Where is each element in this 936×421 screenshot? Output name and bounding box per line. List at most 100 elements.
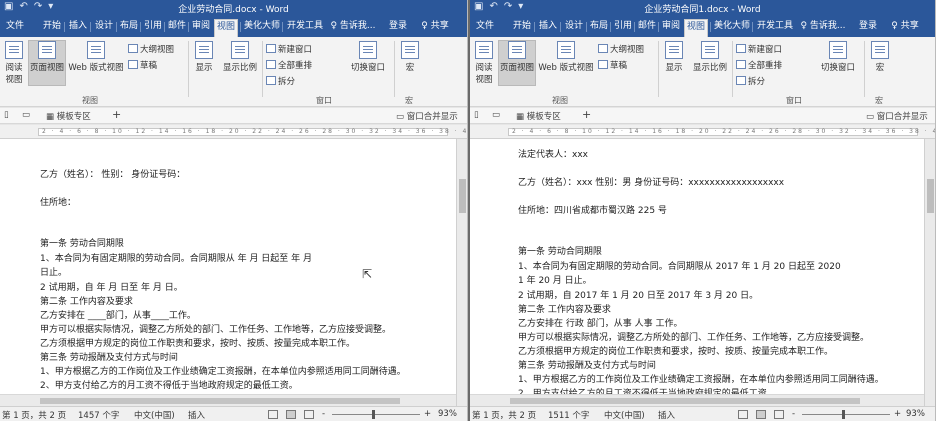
web-layout-icon[interactable]	[774, 410, 784, 419]
sign-in-link[interactable]: 登录	[386, 19, 410, 35]
arrange-all-button[interactable]: 全部重排	[266, 59, 312, 71]
zoom-out-button[interactable]: -	[322, 409, 325, 419]
tab-layout[interactable]: 布局	[586, 19, 610, 35]
tab-design[interactable]: 设计	[560, 19, 586, 35]
vertical-scrollbar[interactable]	[924, 139, 935, 406]
web-view-button[interactable]: Web 版式视图	[66, 41, 126, 73]
tell-me-input[interactable]: ♀ 告诉我...	[800, 19, 846, 35]
show-button[interactable]: 显示	[192, 41, 216, 73]
switch-windows-button[interactable]: 切换窗口	[818, 41, 858, 73]
horizontal-ruler[interactable]: 2 · 4 · 6 · 8 · 10 · 12 · 14 · 16 · 18 ·…	[470, 125, 935, 139]
zoom-out-button[interactable]: -	[792, 409, 795, 419]
macros-button[interactable]: 宏	[870, 41, 890, 73]
zoom-in-button[interactable]: +	[424, 409, 431, 419]
add-tab-button[interactable]: +	[582, 108, 591, 121]
split-button[interactable]: 拆分	[266, 75, 295, 87]
insert-mode[interactable]: 插入	[188, 409, 205, 421]
zoom-button[interactable]: 显示比例	[220, 41, 260, 73]
tab-file[interactable]: 文件	[474, 19, 496, 35]
web-layout-icon[interactable]	[304, 410, 314, 419]
zoom-slider[interactable]	[802, 414, 890, 415]
tab-beautify[interactable]: 美化大师	[240, 19, 282, 35]
tab-beautify[interactable]: 美化大师	[710, 19, 752, 35]
vertical-scrollbar[interactable]	[456, 139, 467, 406]
tab-developer[interactable]: 开发工具	[752, 19, 796, 35]
zoom-slider-knob[interactable]	[372, 410, 375, 419]
page-count[interactable]: 第 1 页，共 2 页	[2, 409, 66, 421]
tab-view[interactable]: 视图	[684, 19, 708, 37]
tab-home[interactable]: 开始	[510, 19, 534, 35]
tab-developer[interactable]: 开发工具	[282, 19, 326, 35]
read-mode-icon[interactable]	[268, 410, 278, 419]
folder-icon[interactable]: ▭	[492, 110, 500, 120]
document-page[interactable]: 乙方（姓名）： 性别： 身份证号码： 住所地： 第一条 劳动合同期限 1、本合同…	[0, 139, 456, 406]
document-page[interactable]: 法定代表人：xxx 乙方（姓名）：xxx 性别：男 身份证号码：xxxxxxxx…	[470, 139, 924, 406]
tab-layout[interactable]: 布局	[116, 19, 140, 35]
draft-view-button[interactable]: 草稿	[598, 59, 627, 71]
insert-mode[interactable]: 插入	[658, 409, 675, 421]
zoom-level[interactable]: 93%	[438, 409, 457, 419]
tell-me-input[interactable]: ♀ 告诉我...	[330, 19, 376, 35]
outline-view-button[interactable]: 大纲视图	[128, 43, 174, 55]
arrange-all-button[interactable]: 全部重排	[736, 59, 782, 71]
tab-insert[interactable]: 插入	[534, 19, 560, 35]
read-mode-icon[interactable]	[738, 410, 748, 419]
window-merge-toggle[interactable]: ▭ 窗口合并显示	[396, 110, 458, 122]
tab-mailings[interactable]: 邮件	[164, 19, 188, 35]
window-merge-toggle[interactable]: ▭ 窗口合并显示	[866, 110, 928, 122]
new-window-button[interactable]: 新建窗口	[266, 43, 312, 55]
print-layout-icon[interactable]	[286, 410, 296, 419]
tab-design[interactable]: 设计	[90, 19, 116, 35]
share-button[interactable]: ♀ 共享	[418, 19, 452, 35]
word-count[interactable]: 1511 个字	[548, 409, 589, 421]
templates-tab[interactable]: ▦ 模板专区	[46, 110, 91, 122]
zoom-slider[interactable]	[332, 414, 420, 415]
add-tab-button[interactable]: +	[112, 108, 121, 121]
zoom-button[interactable]: 显示比例	[690, 41, 730, 73]
arrange-all-icon	[736, 60, 746, 69]
web-view-button[interactable]: Web 版式视图	[536, 41, 596, 73]
read-view-button[interactable]: 阅读 视图	[2, 41, 26, 85]
horizontal-scrollbar[interactable]	[0, 394, 456, 406]
tab-home[interactable]: 开始	[40, 19, 64, 35]
scroll-thumb[interactable]	[510, 398, 860, 404]
scroll-thumb[interactable]	[459, 179, 466, 213]
tab-insert[interactable]: 插入	[64, 19, 90, 35]
new-window-button[interactable]: 新建窗口	[736, 43, 782, 55]
show-button[interactable]: 显示	[662, 41, 686, 73]
folder-icon[interactable]: ▭	[22, 110, 30, 120]
macros-button[interactable]: 宏	[400, 41, 420, 73]
page-view-button[interactable]: 页面视图	[498, 40, 536, 86]
switch-windows-button[interactable]: 切换窗口	[348, 41, 388, 73]
zoom-level[interactable]: 93%	[906, 409, 925, 419]
print-layout-icon[interactable]	[756, 410, 766, 419]
file-icon[interactable]: ▯	[4, 110, 9, 120]
page-view-button[interactable]: 页面视图	[28, 40, 66, 86]
tab-view[interactable]: 视图	[214, 19, 238, 37]
language[interactable]: 中文(中国)	[604, 409, 645, 421]
tab-references[interactable]: 引用	[610, 19, 634, 35]
horizontal-scrollbar[interactable]	[470, 394, 924, 406]
tab-review[interactable]: 审阅	[658, 19, 682, 35]
draft-icon	[598, 60, 608, 69]
zoom-slider-knob[interactable]	[842, 410, 845, 419]
templates-tab[interactable]: ▦ 模板专区	[516, 110, 561, 122]
language[interactable]: 中文(中国)	[134, 409, 175, 421]
tab-references[interactable]: 引用	[140, 19, 164, 35]
outline-view-button[interactable]: 大纲视图	[598, 43, 644, 55]
tab-review[interactable]: 审阅	[188, 19, 212, 35]
draft-view-button[interactable]: 草稿	[128, 59, 157, 71]
read-view-button[interactable]: 阅读 视图	[472, 41, 496, 85]
scroll-thumb[interactable]	[927, 179, 934, 213]
split-button[interactable]: 拆分	[736, 75, 765, 87]
word-count[interactable]: 1457 个字	[78, 409, 119, 421]
horizontal-ruler[interactable]: 2 · 4 · 6 · 8 · 10 · 12 · 14 · 16 · 18 ·…	[0, 125, 467, 139]
tab-file[interactable]: 文件	[4, 19, 26, 35]
page-count[interactable]: 第 1 页，共 2 页	[472, 409, 536, 421]
sign-in-link[interactable]: 登录	[856, 19, 880, 35]
share-button[interactable]: ♀ 共享	[888, 19, 922, 35]
file-icon[interactable]: ▯	[474, 110, 479, 120]
zoom-in-button[interactable]: +	[894, 409, 901, 419]
tab-mailings[interactable]: 邮件	[634, 19, 658, 35]
scroll-thumb[interactable]	[40, 398, 400, 404]
